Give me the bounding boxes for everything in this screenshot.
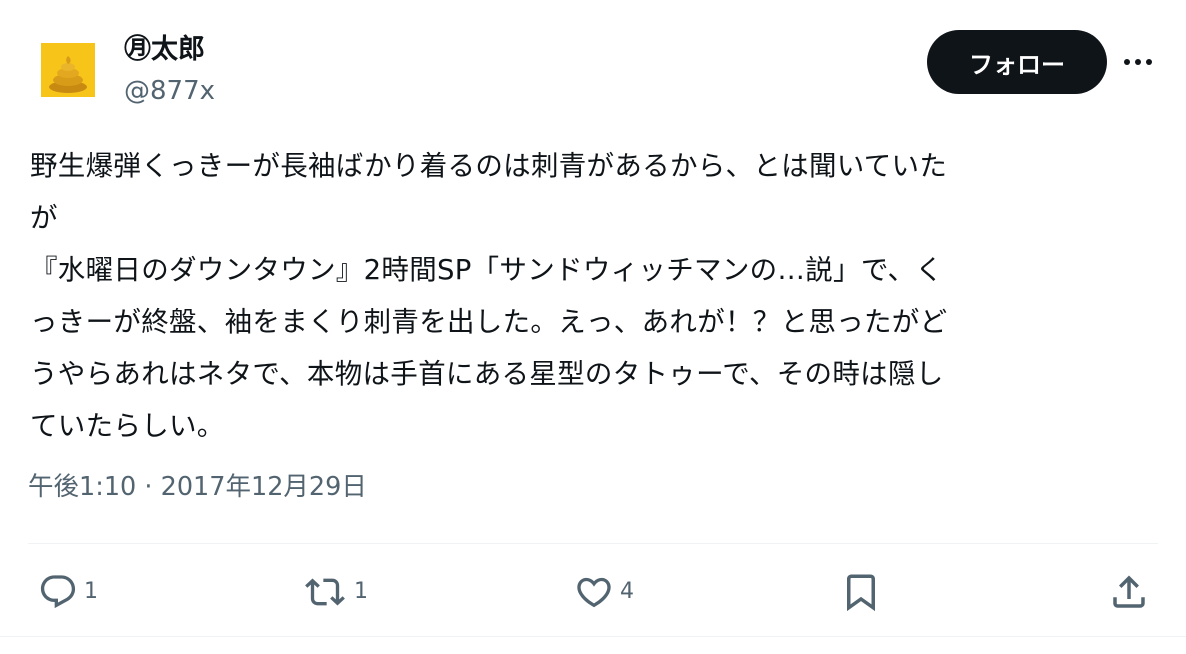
author-handle[interactable]: @877x — [124, 74, 215, 108]
heart-icon — [577, 577, 611, 608]
divider — [28, 543, 1158, 544]
share-icon — [1113, 575, 1145, 608]
more-dots-icon — [1124, 59, 1152, 65]
retweet-button[interactable]: 1 — [302, 570, 368, 614]
tweet-text-line: が — [30, 202, 58, 234]
tweet-time: 午後1:10 — [28, 472, 137, 502]
avatar-image — [41, 43, 95, 97]
tweet-date: 2017年12月29日 — [160, 472, 367, 502]
reply-button[interactable]: 1 — [38, 570, 98, 614]
tweet-text-line: ていたらしい。 — [30, 410, 225, 442]
tweet-text-line: うやらあれはネタで、本物は手首にある星型のタトゥーで、その時は隠し — [30, 358, 944, 390]
avatar[interactable] — [41, 43, 95, 97]
timestamp-separator: · — [144, 472, 153, 502]
tweet-text-line: っきーが終盤、袖をまくり刺青を出した。えっ、あれが！？と思ったがど — [30, 306, 948, 338]
tweet-text-line: 『水曜日のダウンタウン』2時間SP「サンドウィッチマンの…説」で、く — [30, 254, 944, 286]
follow-button[interactable]: フォロー — [927, 30, 1107, 94]
retweet-count: 1 — [354, 579, 368, 604]
bottom-divider — [0, 636, 1186, 637]
more-button[interactable] — [1120, 44, 1156, 80]
reply-icon — [40, 575, 76, 609]
tweet-text-line: 野生爆弾くっきーが長袖ばかり着るのは刺青があるから、とは聞いていた — [30, 150, 948, 182]
bookmark-button[interactable] — [840, 570, 882, 614]
reply-count: 1 — [84, 579, 98, 604]
tweet-text: 野生爆弾くっきーが長袖ばかり着るのは刺青があるから、とは聞いていた が 『水曜日… — [30, 140, 1158, 452]
share-button[interactable] — [1108, 570, 1150, 614]
like-count: 4 — [620, 579, 634, 604]
bookmark-icon — [847, 574, 875, 612]
retweet-icon — [305, 578, 345, 606]
like-button[interactable]: 4 — [574, 570, 634, 614]
author-display-name[interactable]: ㊊太郎 — [124, 32, 205, 68]
timestamp[interactable]: 午後1:10 · 2017年12月29日 — [28, 466, 367, 508]
